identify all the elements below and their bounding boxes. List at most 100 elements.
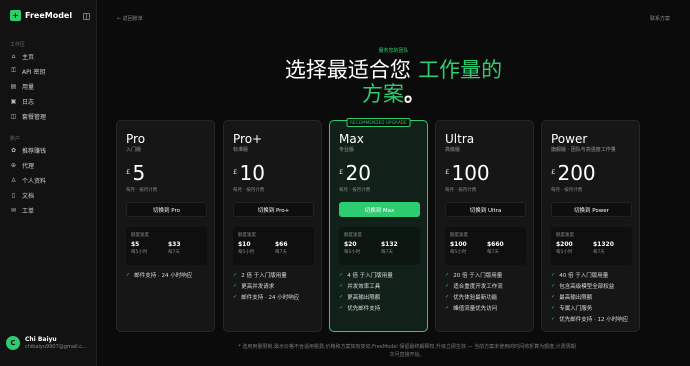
- quota-title: 额度速度: [131, 233, 149, 238]
- quota-box: 额度速度 $5 每5小时 $33 每7天: [126, 227, 207, 265]
- feature-item: ✓ 40 倍 于入门版用量: [551, 271, 608, 279]
- sidebar-item-label: 推荐赚钱: [22, 147, 47, 155]
- quota-7d-value: $1320: [593, 241, 614, 248]
- quota-5h-value: $20: [344, 241, 357, 248]
- feature-item: ✓ 最高输出限额: [551, 293, 592, 301]
- quota-7d-unit: 每7天: [487, 250, 499, 255]
- feature-item: ✓ 20 倍 于入门版用量: [445, 271, 502, 279]
- switch-plan-button[interactable]: 切换到 Pro: [126, 202, 207, 217]
- quota-5h-value: $10: [238, 241, 251, 248]
- plan-price: £ 100: [445, 162, 490, 184]
- quota-5h-unit: 每5小时: [450, 250, 467, 255]
- sidebar-item-user[interactable]: ♙ 个人资料: [6, 174, 90, 186]
- sidebar-item-label: 用量: [22, 83, 35, 91]
- feature-item: ✓ 邮件支持 · 24 小时响应: [126, 271, 192, 279]
- quota-7d-value: $660: [487, 241, 504, 248]
- quota-5h-unit: 每5小时: [238, 250, 255, 255]
- sidebar-item-label: 代理: [22, 162, 35, 170]
- plan-card-pro: Pro 入门版 £ 5 每月 · 按月计费 切换到 Pro 额度速度 $5 每5…: [116, 120, 215, 332]
- quota-5h-unit: 每5小时: [131, 250, 148, 255]
- feature-text: 优先邮件支持: [347, 306, 381, 312]
- sidebar-item-chart[interactable]: ▤ 用量: [6, 80, 90, 92]
- sidebar-item-label: 套餐管理: [22, 113, 47, 121]
- feature-text: 更高并发请求: [241, 284, 275, 290]
- feature-text: 优先邮件支持 · 12 小时响应: [559, 317, 629, 323]
- feature-item: ✓ 更高输出限额: [339, 293, 380, 301]
- plan-card-max: RECOMMENDED UPGRADE Max 专业版 £ 20 每月 · 按月计…: [329, 118, 428, 332]
- sidebar-item-key[interactable]: ⚿ API 密钥: [6, 65, 90, 77]
- sidebar-item-label: 工单: [22, 207, 35, 215]
- plan-name: Pro: [126, 132, 146, 146]
- feature-item: ✓ 专属入门服务: [551, 304, 592, 312]
- feature-item: ✓ 优先邮件支持: [339, 304, 380, 312]
- key-icon: ⚿: [11, 67, 16, 74]
- currency-symbol: £: [126, 168, 131, 176]
- plan-price: £ 200: [551, 162, 596, 184]
- check-icon: ✓: [339, 294, 344, 300]
- sidebar-item-label: 日志: [22, 98, 35, 106]
- sidebar: + FreeModel 工作区 ⌂ 主页 ⚿ API 密钥 ▤ 用量 ▣ 日志 ◫ 套餐管理 账户…: [0, 0, 97, 366]
- plan-subtitle: 旗舰版 · 团队与高强度工作量: [551, 147, 616, 153]
- plan-name: Ultra: [445, 132, 475, 146]
- check-icon: ✓: [551, 283, 556, 289]
- feature-text: 最高输出限额: [559, 295, 593, 301]
- pricing-footnote: * 选用用量限制,最示价格不含适用税费,价格和方案如有变动,FreeModel …: [238, 344, 576, 358]
- plan-price: £ 5: [126, 162, 145, 184]
- plan-price: £ 20: [339, 162, 371, 184]
- quota-7d-unit: 每7天: [275, 250, 287, 255]
- sidebar-collapse-icon[interactable]: [83, 13, 90, 20]
- currency-symbol: £: [233, 168, 238, 176]
- section-label-account: 账户: [10, 136, 21, 142]
- check-icon: ✓: [233, 272, 238, 278]
- feature-item: ✓ 并发效率工具: [339, 282, 380, 290]
- feature-text: 包含高级模型全部权益: [559, 284, 615, 290]
- quota-7d-unit: 每7天: [593, 250, 605, 255]
- quota-5h-unit: 每5小时: [556, 250, 573, 255]
- ticket-icon: ✉: [10, 206, 17, 214]
- feature-item: ✓ 4 倍 于入门版用量: [339, 271, 393, 279]
- check-icon: ✓: [339, 283, 344, 289]
- sidebar-item-log[interactable]: ▣ 日志: [6, 95, 90, 107]
- chart-icon: ▤: [10, 82, 17, 90]
- back-to-billing-link[interactable]: ← 返回账单: [117, 15, 143, 22]
- price-amount: 10: [239, 161, 265, 185]
- feature-item: ✓ 优先体验最新功能: [445, 293, 497, 301]
- quota-box: 额度速度 $200 每5小时 $1320 每7天: [551, 227, 632, 265]
- sidebar-item-ticket[interactable]: ✉ 工单: [6, 204, 90, 216]
- switch-plan-button[interactable]: 切换到 Ultra: [445, 202, 526, 217]
- log-icon: ▣: [10, 97, 17, 105]
- brand[interactable]: + FreeModel: [10, 10, 72, 21]
- quota-7d-value: $66: [275, 241, 288, 248]
- hero-kicker: 服务您的团队: [378, 48, 409, 54]
- sidebar-item-proxy[interactable]: ⊕ 代理: [6, 159, 90, 171]
- sidebar-item-plan[interactable]: ◫ 套餐管理: [6, 110, 90, 122]
- quota-5h-value: $5: [131, 241, 140, 248]
- switch-plan-button[interactable]: 切换到 Max: [339, 202, 420, 217]
- home-icon: ⌂: [11, 52, 16, 60]
- feature-item: ✓ 峰值流量优先访问: [445, 304, 497, 312]
- contact-link[interactable]: 联系方案: [650, 15, 670, 22]
- quota-title: 额度速度: [450, 233, 468, 238]
- check-icon: ✓: [551, 294, 556, 300]
- plan-subtitle: 专业版: [339, 147, 355, 153]
- quota-5h-value: $100: [450, 241, 467, 248]
- quota-7d-value: $132: [381, 241, 398, 248]
- sidebar-item-doc[interactable]: ▯ 文档: [6, 189, 90, 201]
- user-profile[interactable]: C Chi Baiyu chibaiyu9907@gmail.c...: [6, 336, 87, 350]
- title-end: 。: [404, 82, 425, 106]
- title-highlight: 工作量的: [418, 58, 503, 82]
- feature-text: 邮件支持 · 24 小时响应: [134, 273, 193, 279]
- feature-item: ✓ 2 倍 于入门版用量: [233, 271, 287, 279]
- check-icon: ✓: [339, 272, 344, 278]
- sidebar-item-home[interactable]: ⌂ 主页: [6, 50, 90, 62]
- check-icon: ✓: [445, 294, 450, 300]
- feature-item: ✓ 适合重度开发工作流: [445, 282, 503, 290]
- switch-plan-button[interactable]: 切换到 Pro+: [233, 202, 314, 217]
- plan-name: Pro+: [233, 132, 263, 146]
- plan-card-ultra: Ultra 高级版 £ 100 每月 · 按月计费 切换到 Ultra 额度速度…: [435, 120, 534, 332]
- page-title: 选择最适合您 工作量的 方案。: [97, 58, 690, 106]
- quota-title: 额度速度: [344, 233, 362, 238]
- price-amount: 20: [345, 161, 371, 185]
- switch-plan-button[interactable]: 切换到 Power: [551, 202, 632, 217]
- sidebar-item-gift[interactable]: ✿ 推荐赚钱: [6, 144, 90, 156]
